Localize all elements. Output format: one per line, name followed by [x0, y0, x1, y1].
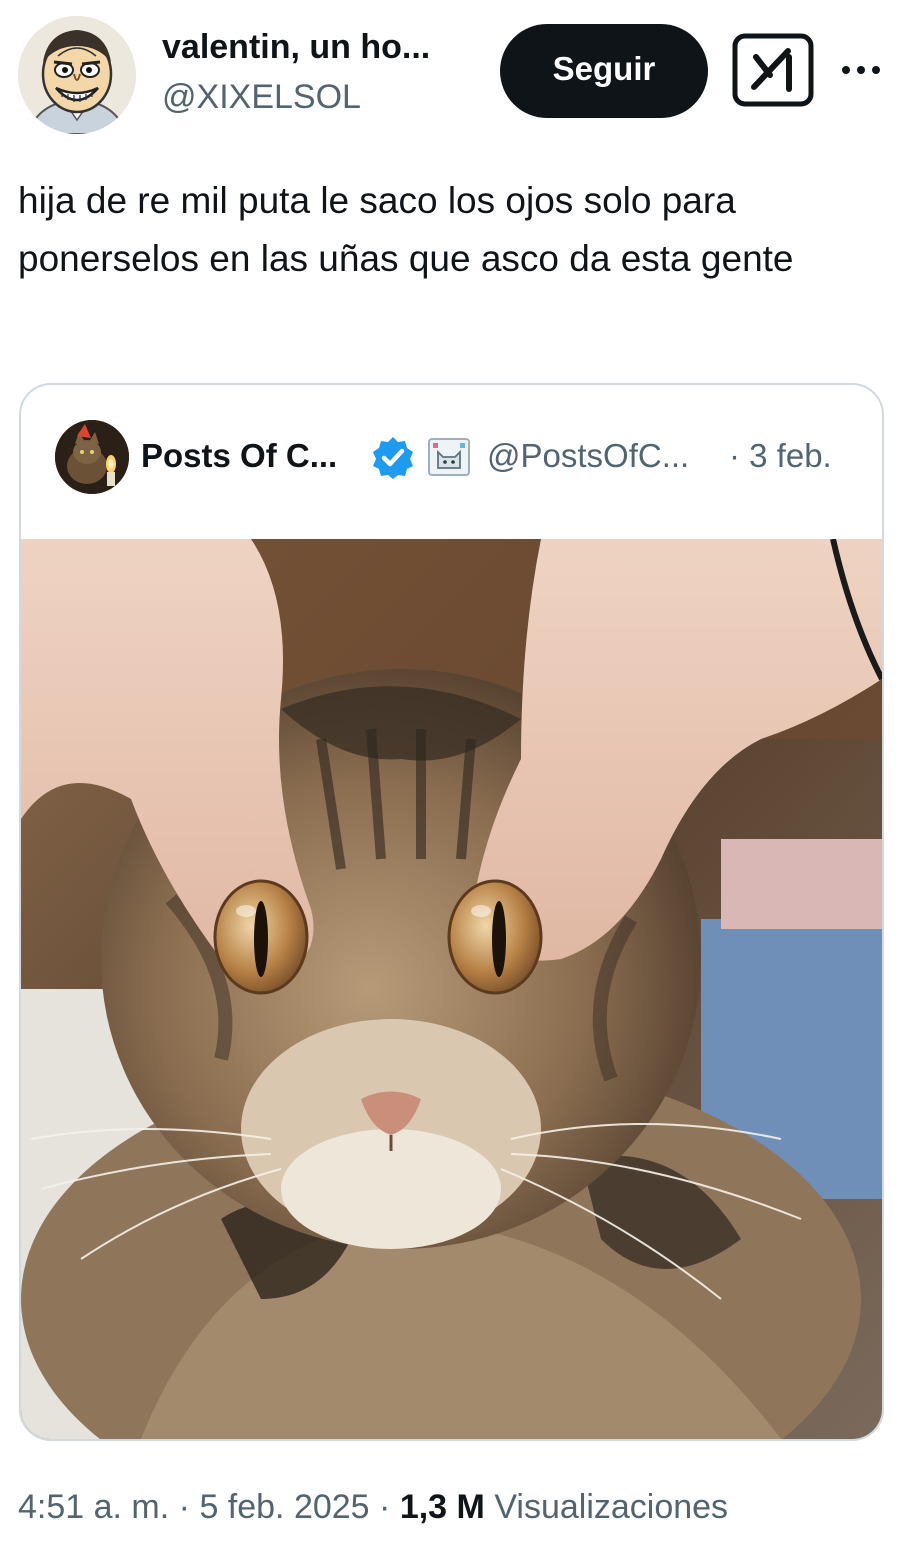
tweet-meta: 4:51 a. m. · 5 feb. 2025 · 1,3 M Visuali… — [18, 1488, 728, 1527]
tweet-time[interactable]: 4:51 a. m. — [18, 1488, 169, 1526]
quoted-author-handle[interactable]: @PostsOfC... — [487, 437, 689, 475]
follow-button[interactable]: Seguir — [500, 24, 708, 118]
cat-photo-image — [21, 539, 882, 1439]
author-handle[interactable]: @XIXELSOL — [162, 78, 361, 117]
quoted-author-avatar[interactable] — [55, 420, 129, 494]
grok-icon[interactable] — [732, 33, 814, 107]
tweet-date[interactable]: 5 feb. 2025 — [199, 1488, 369, 1526]
avatar-caricature-icon — [18, 16, 136, 134]
tweet-text: hija de re mil puta le saco los ojos sol… — [18, 180, 794, 279]
views-label: Visualizaciones — [494, 1488, 729, 1526]
quoted-tweet-date[interactable]: · 3 feb. — [729, 437, 832, 475]
more-horizontal-icon[interactable] — [836, 50, 886, 90]
quoted-avatar-cat-icon — [55, 420, 129, 494]
author-avatar[interactable] — [18, 16, 136, 134]
quoted-author-name[interactable]: Posts Of C... — [141, 437, 337, 475]
meta-separator: · — [178, 1488, 200, 1526]
quoted-tweet-photo[interactable] — [21, 539, 882, 1439]
author-display-name[interactable]: valentin, un ho... — [162, 28, 430, 67]
meta-separator: · — [379, 1488, 400, 1526]
views-count: 1,3 M — [399, 1488, 485, 1526]
cat-emoji-icon — [428, 438, 470, 476]
quoted-tweet-card[interactable]: Posts Of C... @PostsOfC... · 3 feb. — [19, 383, 884, 1441]
verified-badge-icon — [371, 435, 415, 479]
